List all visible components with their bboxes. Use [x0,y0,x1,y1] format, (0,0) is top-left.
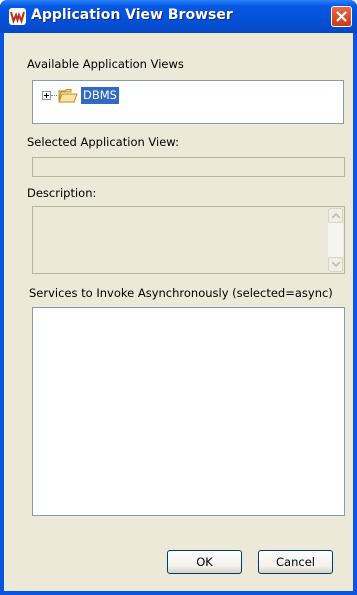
services-list[interactable] [32,307,345,516]
available-views-tree[interactable]: DBMS [32,80,344,124]
description-label: Description: [27,186,97,200]
scroll-up-button[interactable] [328,208,343,223]
arrow-up-icon [332,213,340,218]
expand-icon[interactable] [42,91,51,100]
tree-item-label[interactable]: DBMS [81,87,119,104]
description-scrollbar[interactable] [328,208,343,272]
window-title: Application View Browser [31,7,233,23]
cancel-button[interactable]: Cancel [258,550,333,574]
services-label: Services to Invoke Asynchronously (selec… [29,286,333,300]
app-logo-icon [9,8,26,25]
available-views-label: Available Application Views [27,57,184,71]
ok-button[interactable]: OK [167,550,242,574]
selected-view-label: Selected Application View: [27,135,179,149]
scroll-down-button[interactable] [328,257,343,272]
close-button[interactable] [331,6,352,27]
arrow-down-icon [332,262,340,267]
title-bar[interactable]: Application View Browser [0,0,357,33]
folder-icon [58,89,78,103]
selected-view-field [32,157,345,177]
close-icon [336,11,347,22]
dialog-window: Application View Browser Available Appli… [0,0,357,595]
description-field [32,206,345,274]
dialog-body: Available Application Views DBMS Selecte… [4,33,353,591]
